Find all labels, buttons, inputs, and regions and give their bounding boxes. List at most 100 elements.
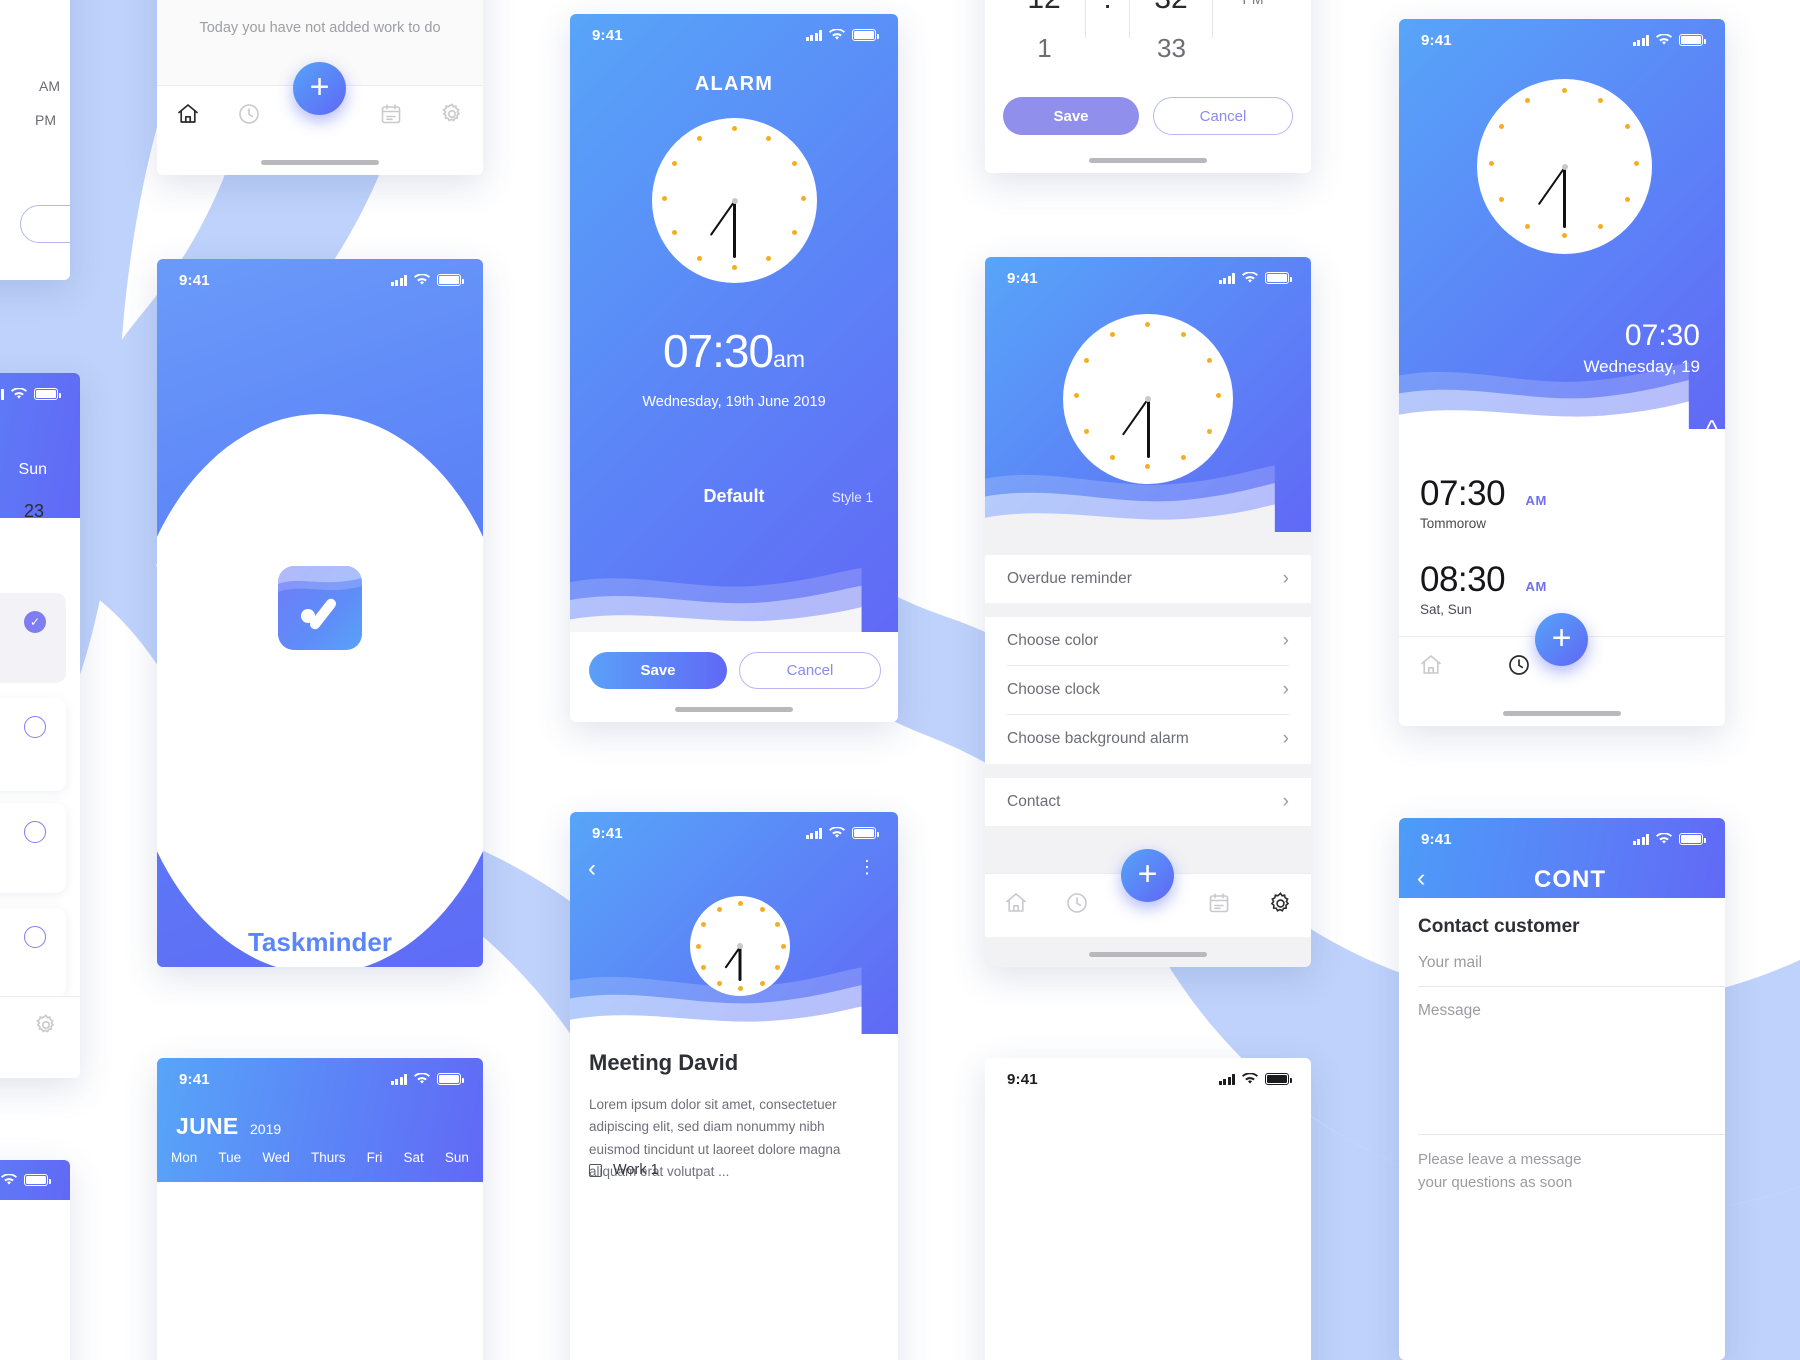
wifi-icon xyxy=(11,388,27,400)
tasklist-tabbar[interactable] xyxy=(0,996,80,1058)
weekday-label: Mon xyxy=(171,1150,198,1165)
settings-add-button[interactable]: + xyxy=(1121,849,1174,902)
task-checkbox[interactable] xyxy=(24,716,46,738)
home-icon[interactable] xyxy=(1419,653,1443,682)
home-icon[interactable] xyxy=(176,102,200,131)
status-time: 9:41 xyxy=(1007,1070,1038,1088)
settings-card: 9:41 Overdue reminder › Choose color › C… xyxy=(985,257,1311,967)
wifi-icon xyxy=(1,1174,17,1186)
task-item[interactable]: er adipi nci... xyxy=(0,698,66,791)
settings-row-overdue-reminder[interactable]: Overdue reminder › xyxy=(985,555,1311,603)
clock-minute-hand xyxy=(739,946,742,981)
contact-back-icon[interactable]: ‹ xyxy=(1417,866,1425,891)
task-detail-card: 9:41 ‹ ⋮ Meeting David Lorem ipsum dolor… xyxy=(570,812,898,1360)
mail-field[interactable]: Your mail xyxy=(1418,954,1725,987)
more-vertical-icon[interactable]: ⋮ xyxy=(858,858,876,876)
app-name: Taskminder xyxy=(247,927,392,957)
chevron-right-icon: › xyxy=(1282,568,1289,589)
fragment-ghost-button[interactable] xyxy=(20,205,70,243)
task-item[interactable]: er xyxy=(0,908,66,998)
minute-next-value[interactable]: 33 xyxy=(1130,18,1213,78)
status-bar: 9:41 xyxy=(1399,818,1725,860)
signal-icon xyxy=(1218,1073,1235,1085)
alarm-save-button[interactable]: Save xyxy=(589,652,727,689)
analog-clock xyxy=(1477,79,1652,254)
home-add-button[interactable]: + xyxy=(293,62,346,115)
gear-icon[interactable] xyxy=(34,1013,58,1042)
alarm-meridiem: am xyxy=(773,346,806,372)
alarm-row-meridiem: AM xyxy=(1525,579,1547,594)
clock-icon[interactable] xyxy=(1065,891,1089,920)
back-icon[interactable]: ‹ xyxy=(588,857,596,881)
task-checkbox[interactable] xyxy=(24,926,46,948)
weekday-label: Tue xyxy=(218,1150,242,1165)
check-badge-icon xyxy=(278,566,362,650)
picker-save-button[interactable]: Save xyxy=(1003,97,1139,135)
status-bar: 9:41 xyxy=(985,257,1311,299)
status-bar xyxy=(0,1160,70,1200)
wifi-icon xyxy=(414,274,430,286)
wifi-icon xyxy=(1242,272,1258,284)
clock-icon[interactable] xyxy=(237,102,261,131)
status-bar: 9:41 xyxy=(157,1058,483,1100)
status-time: 9:41 xyxy=(1007,269,1038,287)
clock-hour-hand xyxy=(1121,398,1149,436)
alarm-row-time: 08:30 xyxy=(1420,560,1506,599)
plus-icon: + xyxy=(1137,855,1158,893)
status-bar: 9:41 xyxy=(157,259,483,301)
picker-cancel-button[interactable]: Cancel xyxy=(1153,97,1293,135)
calendar-icon[interactable] xyxy=(379,102,403,131)
settings-row-choose-background-alarm[interactable]: Choose background alarm › xyxy=(985,715,1311,763)
status-bar: 9:41 xyxy=(570,812,898,854)
hour-next-value[interactable]: 1 xyxy=(1003,18,1086,78)
battery-icon xyxy=(1265,272,1292,284)
alarm-list-add-button[interactable]: + xyxy=(1535,613,1588,666)
settings-row-contact[interactable]: Contact › xyxy=(985,778,1311,826)
status-bar: 9:41 xyxy=(1399,19,1725,61)
settings-row-choose-color[interactable]: Choose color › xyxy=(985,617,1311,665)
calendar-weekdays: Mon Tue Wed Thurs Fri Sat Sun xyxy=(171,1150,469,1165)
alarm-row[interactable]: 08:30 AM Sat, Sun xyxy=(1420,560,1547,617)
task-checkbox[interactable] xyxy=(24,821,46,843)
chevron-right-icon: › xyxy=(1282,728,1289,749)
wifi-icon xyxy=(829,29,845,41)
alarm-style-alt[interactable]: Style 1 xyxy=(832,490,873,505)
clock-icon[interactable] xyxy=(1507,653,1531,682)
weekday-label: Thurs xyxy=(310,1150,346,1165)
task-checkbox-checked[interactable]: ✓ xyxy=(24,611,46,633)
home-icon[interactable] xyxy=(1004,891,1028,920)
calendar-month: JUNE xyxy=(176,1113,239,1139)
calendar-icon[interactable] xyxy=(1207,891,1231,920)
signal-icon xyxy=(1218,272,1235,284)
home-indicator xyxy=(1089,952,1207,957)
gear-icon[interactable] xyxy=(440,102,464,131)
status-bar: 9:41 xyxy=(0,373,80,415)
blank-phone-card: 9:41 xyxy=(985,1058,1311,1360)
checkbox-icon[interactable] xyxy=(589,1163,602,1177)
weekday-label: Fri xyxy=(366,1150,383,1165)
task-detail-title: Meeting David xyxy=(589,1050,739,1075)
alarm-row[interactable]: 07:30 AM Tommorow xyxy=(1420,474,1547,531)
left-fragment-card: AM PM xyxy=(0,0,70,280)
gear-icon[interactable] xyxy=(1268,891,1293,921)
calendar-year: 2019 xyxy=(250,1121,282,1137)
weekday-label: Sun xyxy=(444,1150,469,1165)
weekday-label: Wed xyxy=(262,1150,290,1165)
alarm-cancel-button[interactable]: Cancel xyxy=(739,652,881,689)
status-bar: 9:41 xyxy=(570,14,898,56)
task-item[interactable]: er xyxy=(0,803,66,893)
checklist-item[interactable]: Work 1 xyxy=(589,1162,659,1178)
settings-group-1: Overdue reminder › xyxy=(985,555,1311,603)
analog-clock xyxy=(652,118,817,283)
home-indicator xyxy=(1503,711,1621,716)
task-item[interactable]: ✓ er xyxy=(0,593,66,683)
wifi-icon xyxy=(1656,833,1672,845)
tasklist-card: 9:41 Sun 23 ✓ er er adipi nci... er xyxy=(0,373,80,1078)
wave-decoration xyxy=(570,568,862,632)
clock-minute-hand xyxy=(1146,399,1150,458)
collapse-chevron-icon[interactable]: ^ xyxy=(1706,414,1718,445)
settings-row-choose-clock[interactable]: Choose clock › xyxy=(985,666,1311,714)
message-placeholder: Message xyxy=(1418,1002,1481,1019)
message-field[interactable]: Message xyxy=(1418,1002,1725,1135)
signal-icon xyxy=(1632,34,1649,46)
